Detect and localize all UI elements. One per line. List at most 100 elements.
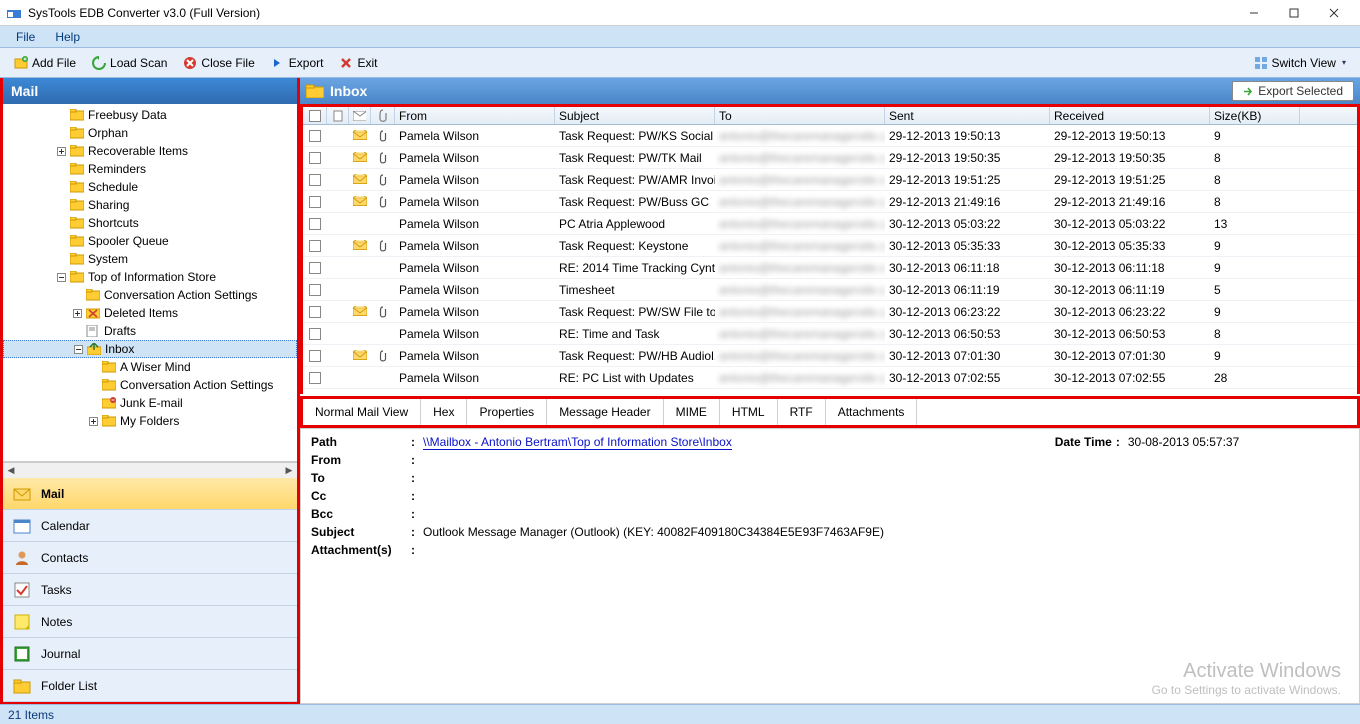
row-checkbox[interactable] — [303, 367, 327, 388]
header-received[interactable]: Received — [1050, 107, 1210, 124]
header-subject[interactable]: Subject — [555, 107, 715, 124]
exit-button[interactable]: Exit — [331, 53, 385, 73]
close-button[interactable] — [1314, 0, 1354, 26]
tab-attachments[interactable]: Attachments — [826, 399, 918, 425]
tab-properties[interactable]: Properties — [467, 399, 547, 425]
tab-message-header[interactable]: Message Header — [547, 399, 663, 425]
email-row[interactable]: Pamela WilsonTask Request: PW/Buss GCant… — [303, 191, 1357, 213]
tree-item-freebusy-data[interactable]: Freebusy Data — [3, 106, 297, 124]
export-selected-button[interactable]: Export Selected — [1232, 81, 1354, 101]
email-row[interactable]: Pamela WilsonPC Atria Applewoodantonio@t… — [303, 213, 1357, 235]
row-checkbox[interactable] — [303, 345, 327, 366]
export-button[interactable]: Export — [263, 53, 332, 73]
tree-item-recoverable-items[interactable]: Recoverable Items — [3, 142, 297, 160]
menu-file[interactable]: File — [6, 28, 45, 46]
load-scan-button[interactable]: Load Scan — [84, 53, 175, 73]
email-row[interactable]: Pamela WilsonTask Request: PW/KS Social … — [303, 125, 1357, 147]
tree-toggle-empty — [55, 109, 68, 122]
expand-icon[interactable] — [55, 145, 68, 158]
preview-path-link-rest[interactable]: - Antonio Bertram\Top of Information Sto… — [471, 435, 732, 450]
nav-calendar[interactable]: Calendar — [3, 510, 297, 542]
tree-item-shortcuts[interactable]: Shortcuts — [3, 214, 297, 232]
email-row[interactable]: Pamela WilsonRE: PC List with Updatesant… — [303, 367, 1357, 389]
expand-icon[interactable] — [71, 307, 84, 320]
status-bar: 21 Items — [0, 704, 1360, 724]
row-checkbox[interactable] — [303, 125, 327, 146]
header-checkbox[interactable] — [303, 107, 327, 124]
tree-item-junk-e-mail[interactable]: Junk E-mail — [3, 394, 297, 412]
row-checkbox[interactable] — [303, 235, 327, 256]
folder-tree[interactable]: Freebusy DataOrphanRecoverable Items Remi… — [3, 104, 297, 462]
minimize-button[interactable] — [1234, 0, 1274, 26]
grid-body[interactable]: Pamela WilsonTask Request: PW/KS Social … — [303, 125, 1357, 394]
row-attachment-icon — [371, 191, 395, 212]
email-row[interactable]: Pamela WilsonTask Request: PW/AMR Invoi.… — [303, 169, 1357, 191]
tree-item-deleted-items[interactable]: Deleted Items — [3, 304, 297, 322]
tab-hex[interactable]: Hex — [421, 399, 467, 425]
expand-icon[interactable] — [87, 415, 100, 428]
row-checkbox[interactable] — [303, 147, 327, 168]
tab-html[interactable]: HTML — [720, 399, 778, 425]
row-checkbox[interactable] — [303, 279, 327, 300]
collapse-icon[interactable] — [72, 343, 85, 356]
tree-item-a-wiser-mind[interactable]: A Wiser Mind — [3, 358, 297, 376]
scroll-left-icon[interactable]: ◀ — [3, 465, 19, 476]
header-size[interactable]: Size(KB) — [1210, 107, 1300, 124]
tree-horizontal-scrollbar[interactable]: ◀ ▶ — [3, 462, 297, 478]
tree-item-orphan[interactable]: Orphan — [3, 124, 297, 142]
tree-item-spooler-queue[interactable]: Spooler Queue — [3, 232, 297, 250]
tree-item-my-folders[interactable]: My Folders — [3, 412, 297, 430]
scroll-right-icon[interactable]: ▶ — [281, 465, 297, 476]
tree-item-label: Reminders — [88, 162, 146, 176]
row-to: antonio@thecaremanagersite.c... — [715, 257, 885, 278]
tab-normal-mail-view[interactable]: Normal Mail View — [303, 399, 421, 425]
row-checkbox[interactable] — [303, 191, 327, 212]
tree-item-system[interactable]: System — [3, 250, 297, 268]
tree-item-sharing[interactable]: Sharing — [3, 196, 297, 214]
watermark-line1: Activate Windows — [1152, 660, 1341, 683]
tab-mime[interactable]: MIME — [664, 399, 720, 425]
row-checkbox[interactable] — [303, 257, 327, 278]
email-row[interactable]: Pamela WilsonTask Request: Keystoneanton… — [303, 235, 1357, 257]
email-row[interactable]: Pamela WilsonRE: Time and Taskantonio@th… — [303, 323, 1357, 345]
tree-item-reminders[interactable]: Reminders — [3, 160, 297, 178]
nav-notes[interactable]: Notes — [3, 606, 297, 638]
header-envelope-icon[interactable] — [349, 107, 371, 124]
collapse-icon[interactable] — [55, 271, 68, 284]
email-row[interactable]: Pamela WilsonTask Request: PW/TK Mailant… — [303, 147, 1357, 169]
row-from: Pamela Wilson — [395, 279, 555, 300]
row-received: 29-12-2013 21:49:16 — [1050, 191, 1210, 212]
add-file-button[interactable]: Add File — [6, 53, 84, 73]
nav-contacts[interactable]: Contacts — [3, 542, 297, 574]
email-row[interactable]: Pamela WilsonTask Request: PW/HB Audiol.… — [303, 345, 1357, 367]
email-row[interactable]: Pamela WilsonTask Request: PW/SW File to… — [303, 301, 1357, 323]
close-file-button[interactable]: Close File — [175, 53, 262, 73]
nav-mail[interactable]: Mail — [3, 478, 297, 510]
header-to[interactable]: To — [715, 107, 885, 124]
row-checkbox[interactable] — [303, 213, 327, 234]
nav-item-label: Calendar — [41, 519, 90, 533]
tab-rtf[interactable]: RTF — [778, 399, 826, 425]
tree-item-drafts[interactable]: Drafts — [3, 322, 297, 340]
email-row[interactable]: Pamela WilsonRE: 2014 Time Tracking Cynt… — [303, 257, 1357, 279]
header-sent[interactable]: Sent — [885, 107, 1050, 124]
nav-tasks[interactable]: Tasks — [3, 574, 297, 606]
tree-item-schedule[interactable]: Schedule — [3, 178, 297, 196]
row-checkbox[interactable] — [303, 169, 327, 190]
tree-item-inbox[interactable]: Inbox — [3, 340, 297, 358]
tree-item-conversation-action-settings[interactable]: Conversation Action Settings — [3, 286, 297, 304]
row-checkbox[interactable] — [303, 323, 327, 344]
header-attachment-icon[interactable] — [371, 107, 395, 124]
row-checkbox[interactable] — [303, 301, 327, 322]
switch-view-button[interactable]: Switch View ▾ — [1246, 53, 1355, 73]
email-row[interactable]: Pamela WilsonTimesheetantonio@thecareman… — [303, 279, 1357, 301]
tree-item-conversation-action-settings[interactable]: Conversation Action Settings — [3, 376, 297, 394]
header-flag-icon[interactable] — [327, 107, 349, 124]
maximize-button[interactable] — [1274, 0, 1314, 26]
tree-item-top-of-information-store[interactable]: Top of Information Store — [3, 268, 297, 286]
menu-help[interactable]: Help — [45, 28, 90, 46]
nav-journal[interactable]: Journal — [3, 638, 297, 670]
preview-path-link-prefix[interactable]: \\Mailbox — [423, 435, 471, 450]
header-from[interactable]: From — [395, 107, 555, 124]
nav-folder-list[interactable]: Folder List — [3, 670, 297, 702]
